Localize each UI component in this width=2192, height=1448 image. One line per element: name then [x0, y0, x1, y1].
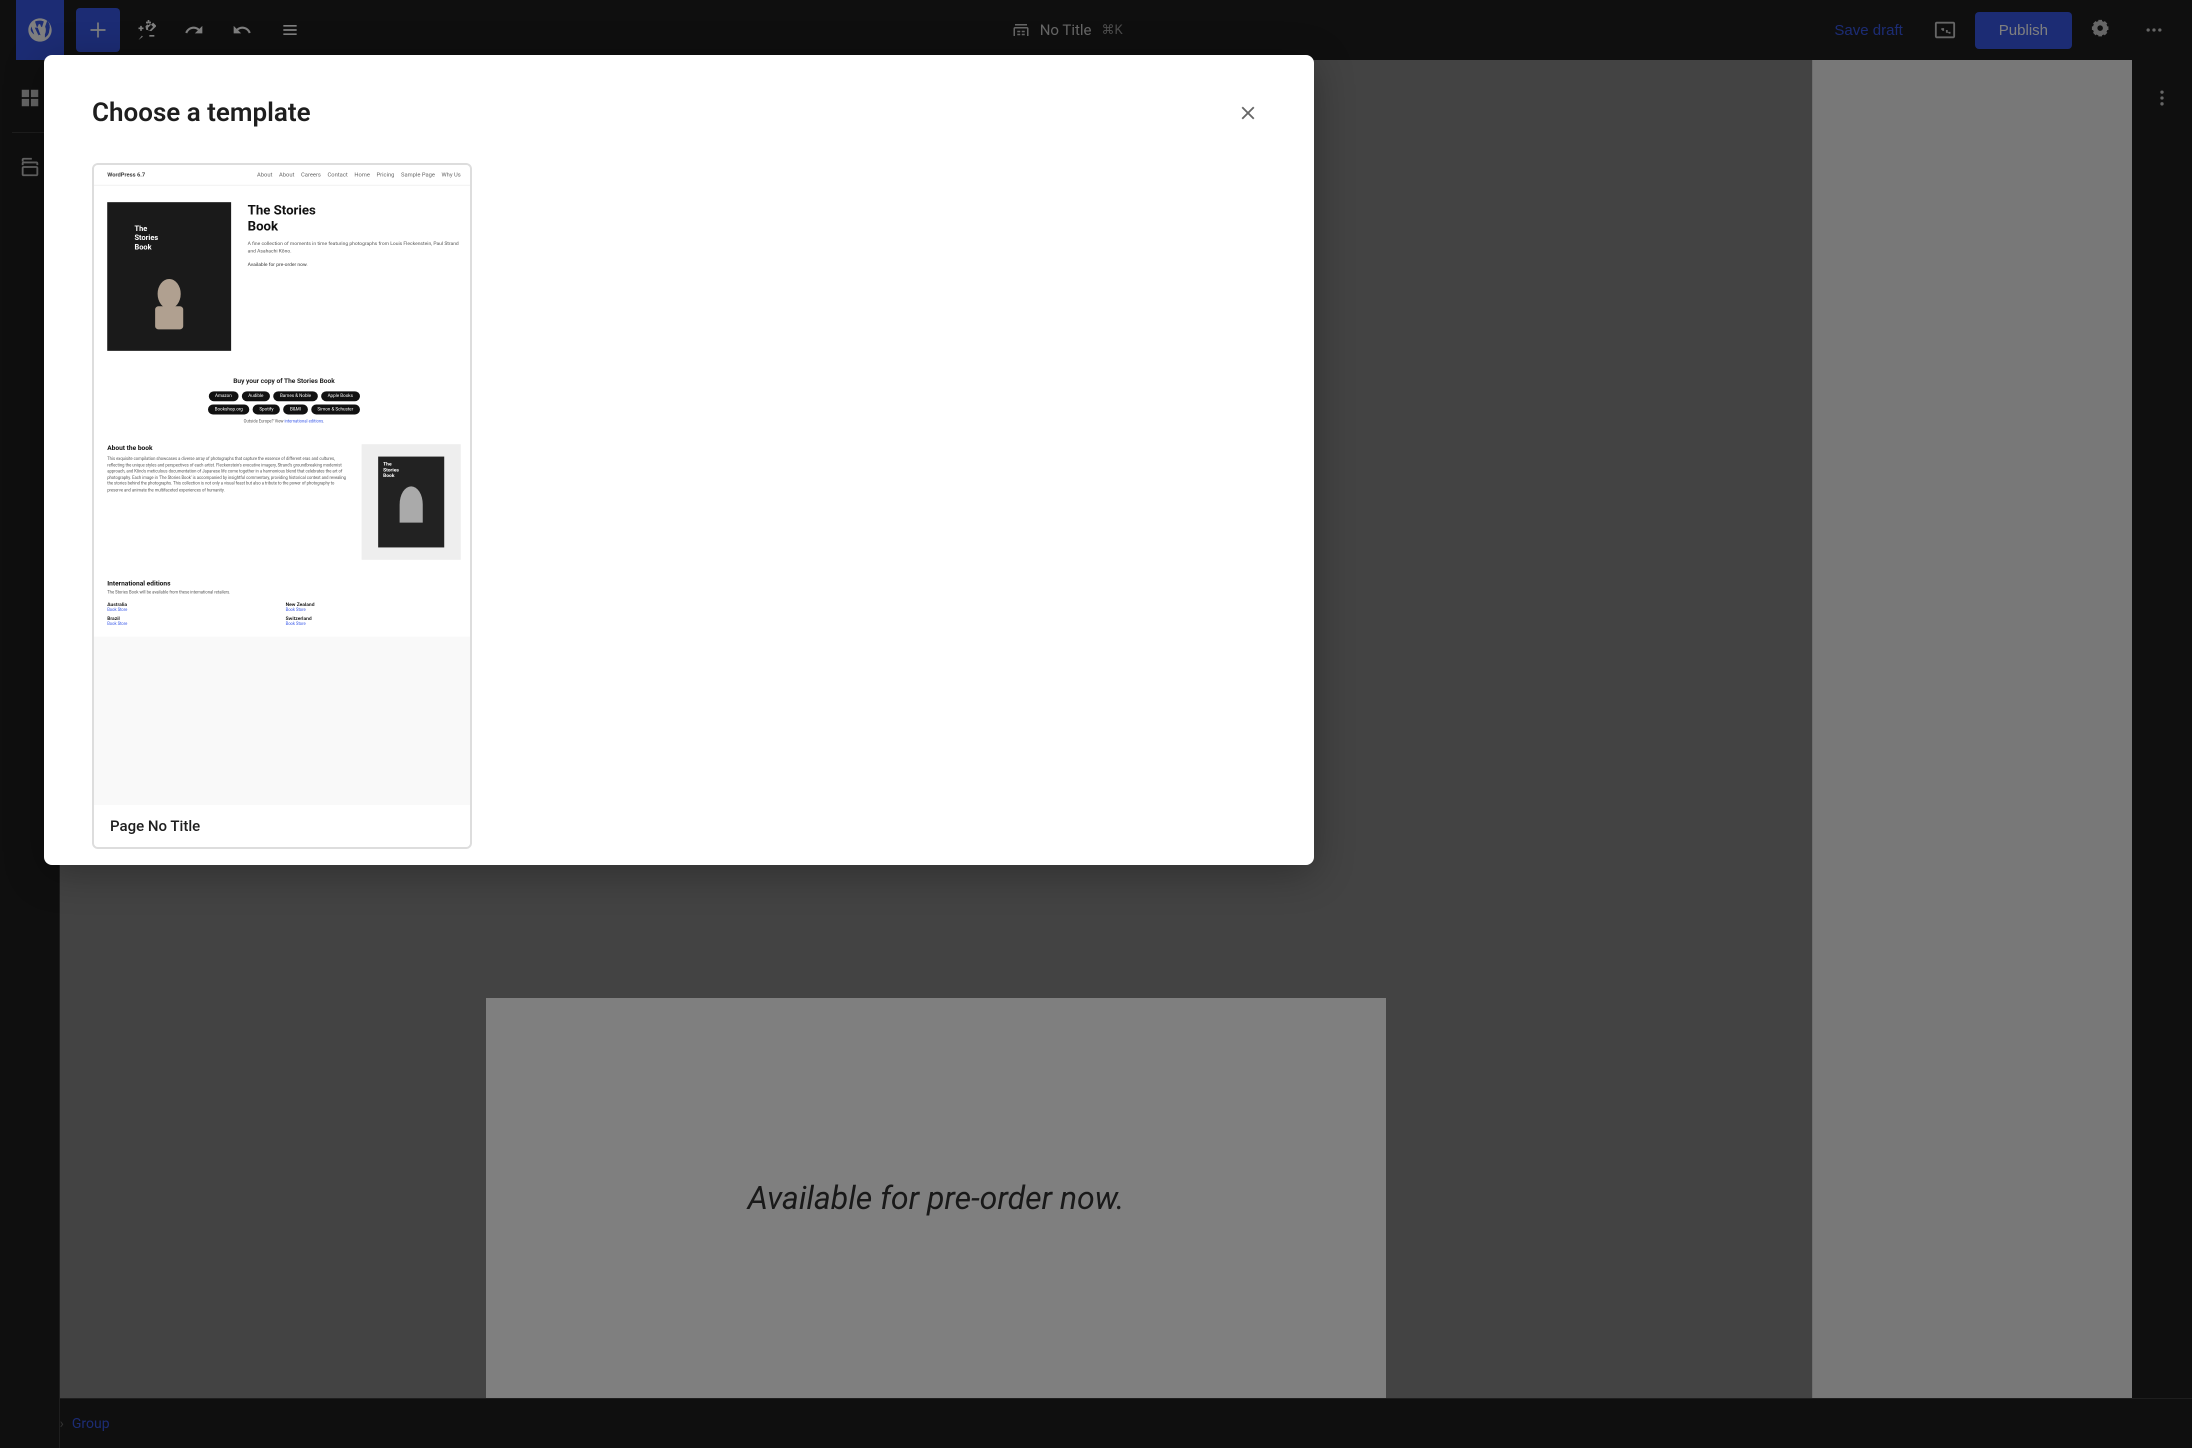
- template-about-image: TheStoriesBook: [362, 444, 461, 560]
- country-link: Book Store: [107, 622, 282, 627]
- outside-europe-text: Outside Europe? View international editi…: [107, 419, 461, 424]
- template-hero: TheStoriesBook The StoriesBook A fine co…: [94, 186, 470, 368]
- intl-item-australia: Australia Book Store: [107, 602, 282, 613]
- intl-item-switzerland: Switzerland Book Store: [286, 616, 461, 627]
- template-about-text: About the book This exquisite compilatio…: [107, 444, 348, 494]
- hero-description: A fine collection of moments in time fea…: [248, 240, 461, 255]
- country-link: Book Store: [286, 608, 461, 613]
- country-link: Book Store: [107, 608, 282, 613]
- nav-link-contact: Contact: [328, 172, 348, 179]
- buy-btn-simon: Simon & Schuster: [311, 405, 360, 415]
- about-book-cover: TheStoriesBook: [378, 457, 444, 548]
- buy-btn-amazon: Amazon: [208, 391, 238, 401]
- template-about-section: About the book This exquisite compilatio…: [94, 434, 470, 569]
- template-nav: WordPress 6.7 About About Careers Contac…: [94, 165, 470, 186]
- buy-title: Buy your copy of The Stories Book: [107, 377, 461, 384]
- template-international-section: International editions The Stories Book …: [94, 570, 470, 637]
- template-inner-content: WordPress 6.7 About About Careers Contac…: [94, 165, 470, 637]
- modal-close-button[interactable]: [1230, 95, 1266, 131]
- buy-btn-audible: Audible: [242, 391, 270, 401]
- template-label: Page No Title: [94, 805, 470, 847]
- about-book-figure: [400, 486, 423, 522]
- buy-btn-spotify: Spotify: [253, 405, 280, 415]
- nav-link-why: Why Us: [442, 172, 461, 179]
- buy-buttons: Amazon Audible Barnes & Noble Apple Book…: [107, 391, 461, 401]
- about-book-title: TheStoriesBook: [383, 462, 399, 480]
- template-hero-image: TheStoriesBook: [107, 202, 231, 351]
- buy-btn-barnes: Barnes & Noble: [273, 391, 317, 401]
- intl-title: International editions: [107, 580, 461, 587]
- intl-item-brazil: Brazil Book Store: [107, 616, 282, 627]
- buy-buttons-row2: Bookshop.org Spotify B&MI Simon & Schust…: [107, 405, 461, 415]
- modal-header: Choose a template: [92, 95, 1266, 131]
- nav-link-sample: Sample Page: [401, 172, 435, 179]
- nav-link-careers: Careers: [301, 172, 321, 179]
- nav-link-about2: About: [279, 172, 294, 179]
- intl-grid: Australia Book Store New Zealand Book St…: [107, 602, 461, 627]
- hero-title: The StoriesBook: [248, 202, 461, 234]
- intl-editions-link: international editions: [285, 419, 324, 424]
- template-card[interactable]: WordPress 6.7 About About Careers Contac…: [92, 163, 472, 849]
- template-buy-section: Buy your copy of The Stories Book Amazon…: [94, 367, 470, 434]
- template-nav-brand: WordPress 6.7: [107, 172, 145, 179]
- choose-template-modal: Choose a template WordPress 6.7 About Ab…: [44, 55, 1314, 865]
- country-link: Book Store: [286, 622, 461, 627]
- intl-subtitle: The Stories Book will be available from …: [107, 590, 461, 595]
- template-nav-links: About About Careers Contact Home Pricing…: [257, 172, 461, 179]
- modal-title: Choose a template: [92, 98, 311, 128]
- close-icon: [1237, 102, 1259, 124]
- nav-link-about1: About: [257, 172, 272, 179]
- book-cover-figure: [149, 273, 190, 331]
- book-cover: TheStoriesBook: [128, 219, 211, 335]
- buy-btn-bmi: B&MI: [283, 405, 307, 415]
- intl-item-new-zealand: New Zealand Book Store: [286, 602, 461, 613]
- about-title: About the book: [107, 444, 348, 451]
- buy-btn-bookshop: Bookshop.org: [208, 405, 249, 415]
- nav-link-home: Home: [354, 172, 370, 179]
- template-preview: WordPress 6.7 About About Careers Contac…: [94, 165, 470, 805]
- book-cover-title: TheStoriesBook: [134, 225, 158, 252]
- buy-btn-apple: Apple Books: [321, 391, 360, 401]
- nav-link-pricing: Pricing: [377, 172, 395, 179]
- modal-overlay: Choose a template WordPress 6.7 About Ab…: [0, 0, 2192, 1448]
- hero-cta: Available for pre-order now.: [248, 262, 461, 268]
- template-hero-text: The StoriesBook A fine collection of mom…: [248, 202, 461, 268]
- about-description: This exquisite compilation showcases a d…: [107, 457, 348, 494]
